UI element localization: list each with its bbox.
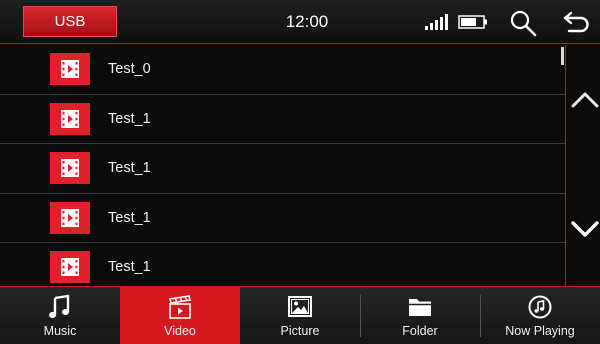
video-file-icon bbox=[50, 152, 90, 184]
music-note-icon bbox=[49, 294, 70, 318]
scroll-column bbox=[561, 45, 600, 286]
usb-source-button[interactable]: USB bbox=[23, 6, 117, 37]
list-item[interactable]: Test_1 bbox=[0, 243, 565, 286]
bottom-tab-bar: Music Video Picture Folder Now Playing bbox=[0, 286, 600, 344]
chevron-down-icon[interactable] bbox=[569, 215, 600, 243]
clock: 12:00 bbox=[285, 12, 329, 31]
tab-label: Now Playing bbox=[505, 324, 575, 338]
tab-video[interactable]: Video bbox=[120, 287, 240, 344]
video-file-icon bbox=[50, 251, 90, 283]
list-item-label: Test_1 bbox=[108, 209, 151, 226]
back-arrow-icon[interactable] bbox=[561, 9, 591, 35]
top-status-bar: USB 12:00 bbox=[0, 0, 600, 44]
tab-label: Picture bbox=[280, 324, 320, 338]
scrollbar-thumb[interactable] bbox=[561, 47, 564, 65]
picture-icon bbox=[288, 296, 312, 317]
video-file-icon bbox=[50, 201, 90, 234]
video-file-list: Test_0 Test_1 Test_1 Test_1 Test_1 bbox=[0, 45, 565, 286]
signal-strength-icon bbox=[425, 14, 448, 30]
battery-icon bbox=[458, 15, 487, 29]
video-file-icon bbox=[50, 102, 90, 135]
tab-label: Music bbox=[43, 324, 77, 338]
clapperboard-icon bbox=[169, 295, 191, 319]
tab-picture[interactable]: Picture bbox=[240, 287, 360, 344]
list-item-label: Test_1 bbox=[108, 110, 151, 127]
folder-icon bbox=[409, 299, 431, 316]
chevron-up-icon[interactable] bbox=[569, 86, 600, 114]
list-item[interactable]: Test_1 bbox=[0, 194, 565, 243]
search-icon[interactable] bbox=[509, 9, 537, 37]
tab-now-playing[interactable]: Now Playing bbox=[480, 287, 600, 344]
list-item-label: Test_0 bbox=[108, 61, 151, 77]
tab-music[interactable]: Music bbox=[0, 287, 120, 344]
list-item[interactable]: Test_1 bbox=[0, 144, 565, 194]
tab-label: Video bbox=[164, 324, 196, 338]
video-file-icon bbox=[50, 53, 90, 85]
list-item[interactable]: Test_0 bbox=[0, 45, 565, 95]
list-item[interactable]: Test_1 bbox=[0, 95, 565, 144]
tab-label: Folder bbox=[402, 324, 438, 338]
now-playing-icon bbox=[528, 295, 552, 319]
tab-folder[interactable]: Folder bbox=[360, 287, 480, 344]
list-item-label: Test_1 bbox=[108, 160, 151, 176]
list-item-label: Test_1 bbox=[108, 259, 151, 275]
